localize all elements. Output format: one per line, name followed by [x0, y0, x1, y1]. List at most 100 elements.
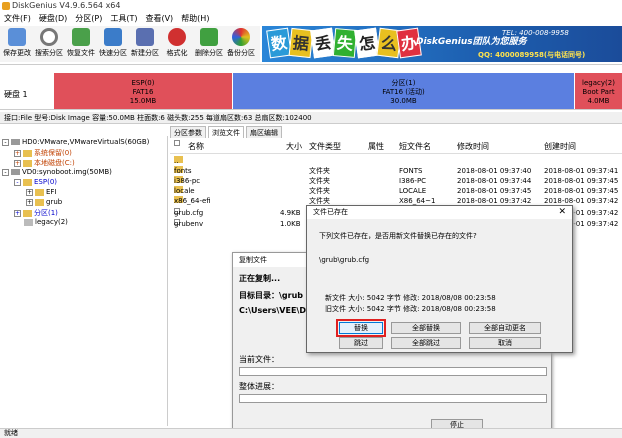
file-exists-dialog: 文件已存在 ✕ 下列文件已存在，是否用新文件替换已存在的文件? \grub\gr… [306, 205, 573, 353]
col-size[interactable]: 大小 [286, 140, 302, 154]
tree-item[interactable]: - HD0:VMware,VMwareVirtualS(60GB) [2, 138, 149, 146]
col-modified[interactable]: 修改时间 [457, 140, 489, 154]
old-file-info: 旧文件 大小: 5042 字节 修改: 2018/08/08 00:23:58 [325, 305, 496, 313]
quick-partition-icon [104, 28, 122, 46]
partition-esp[interactable]: ESP(0) FAT16 15.0MB [54, 67, 232, 109]
tree-item[interactable]: - VD0:synoboot.img(50MB) [2, 168, 112, 176]
partition-icon [24, 218, 33, 226]
tab-partition-params[interactable]: 分区参数 [170, 126, 206, 138]
tree-item[interactable]: + 本地磁盘(C:) [14, 158, 75, 168]
current-file-label: 当前文件： [239, 355, 279, 364]
partition-1[interactable]: 分区(1) FAT16 (活动) 30.0MB [233, 67, 574, 109]
expand-icon[interactable]: + [14, 209, 21, 217]
menu-partition[interactable]: 分区(P) [71, 12, 106, 26]
tab-sector-edit[interactable]: 扇区编辑 [246, 126, 282, 138]
backup-icon [232, 28, 250, 46]
partition-name: legacy(2) [582, 79, 615, 87]
exists-dialog-title: 文件已存在 [307, 206, 572, 219]
tab-browse-files[interactable]: 浏览文件 [208, 126, 244, 138]
menu-bar: 文件(F) 硬盘(D) 分区(P) 工具(T) 查看(V) 帮助(H) [0, 12, 622, 26]
partition-fs: Boot Part [582, 88, 615, 96]
disk-icon [11, 139, 20, 145]
menu-view[interactable]: 查看(V) [141, 12, 177, 26]
app-icon [2, 2, 10, 10]
tree-item[interactable]: - ESP(0) [14, 178, 57, 186]
tab-bar: 分区参数 浏览文件 扇区编辑 [170, 126, 622, 138]
partition-legacy[interactable]: legacy(2) Boot Part 4.0MB [575, 67, 622, 109]
disk-tree: - HD0:VMware,VMwareVirtualS(60GB) + 系统保留(0… [0, 136, 168, 426]
new-file-info: 新文件 大小: 5042 字节 修改: 2018/08/08 00:23:58 [325, 294, 496, 302]
title-bar: DiskGenius V4.9.6.564 x64 [0, 0, 622, 12]
tree-item[interactable]: legacy(2) [24, 218, 68, 226]
tree-item[interactable]: + 分区(1) [14, 208, 58, 218]
expand-icon[interactable]: + [14, 149, 21, 157]
partition-icon [23, 159, 32, 167]
cancel-button[interactable]: 取消 [469, 337, 541, 349]
col-attr[interactable]: 属性 [368, 140, 384, 154]
menu-disk[interactable]: 硬盘(D) [35, 12, 71, 26]
copying-status: 正在复制... [239, 274, 281, 283]
new-partition-button[interactable]: 新建分区 [130, 28, 160, 62]
auto-rename-all-button[interactable]: 全部自动更名 [469, 322, 541, 334]
delete-partition-icon [200, 28, 218, 46]
search-icon [40, 28, 58, 46]
disk-label: 硬盘 1 [4, 90, 28, 99]
expand-icon[interactable]: + [14, 159, 21, 167]
partition-icon [23, 209, 32, 217]
folder-icon [35, 198, 44, 206]
folder-icon [35, 188, 44, 196]
save-icon [8, 28, 26, 46]
table-row[interactable]: i386-pc 文件夹 I386-PC 2018-08-01 09:37:44 2018… [170, 176, 622, 186]
expand-icon[interactable]: + [26, 198, 33, 206]
tree-item[interactable]: + 系统保留(0) [14, 148, 72, 158]
partition-size: 15.0MB [129, 97, 157, 105]
col-shortname[interactable]: 短文件名 [399, 140, 431, 154]
col-created[interactable]: 创建时间 [544, 140, 576, 154]
skip-button[interactable]: 跳过 [339, 337, 383, 349]
table-row[interactable]: locale 文件夹 LOCALE 2018-08-01 09:37:45 2018-0… [170, 186, 622, 196]
partition-icon [23, 178, 32, 186]
col-type[interactable]: 文件类型 [309, 140, 341, 154]
tree-item[interactable]: + grub [26, 198, 62, 206]
recover-files-button[interactable]: 恢复文件 [66, 28, 96, 62]
collapse-icon[interactable]: - [2, 138, 9, 146]
save-button[interactable]: 保存更改 [2, 28, 32, 62]
collapse-icon[interactable]: - [14, 178, 21, 186]
replace-button[interactable]: 替换 [336, 319, 386, 337]
skip-all-button[interactable]: 全部跳过 [391, 337, 461, 349]
window-title: DiskGenius V4.9.6.564 x64 [12, 1, 121, 10]
disk-icon [11, 169, 20, 175]
partition-size: 4.0MB [587, 97, 610, 105]
replace-all-button[interactable]: 全部替换 [391, 322, 461, 334]
disk-info-bar: 接口:File 型号:Disk Image 容量:50.0MB 柱面数:6 磁头… [0, 112, 622, 124]
table-row[interactable]: fonts 文件夹 FONTS 2018-08-01 09:37:40 2018-08-… [170, 166, 622, 176]
recover-icon [72, 28, 90, 46]
banner-qq: QQ: 4000089958(与电话同号) [478, 51, 586, 59]
expand-icon[interactable]: + [26, 188, 33, 196]
table-row[interactable]: .. [170, 156, 622, 166]
menu-tools[interactable]: 工具(T) [106, 12, 141, 26]
exists-message: 下列文件已存在，是否用新文件替换已存在的文件? [319, 232, 477, 240]
toolbar: 保存更改 搜索分区 恢复文件 快速分区 新建分区 格式化 删除分区 备份分区 [0, 26, 260, 62]
quick-partition-button[interactable]: 快速分区 [98, 28, 128, 62]
target-path: C:\Users\VEE\Des [239, 306, 317, 315]
col-name[interactable]: 名称 [188, 140, 204, 154]
status-bar: 就绪 [0, 428, 622, 438]
menu-file[interactable]: 文件(F) [0, 12, 35, 26]
partition-name: ESP(0) [131, 79, 155, 87]
backup-partition-button[interactable]: 备份分区 [226, 28, 256, 62]
close-icon[interactable]: ✕ [558, 206, 566, 219]
partition-size: 30.0MB [390, 97, 417, 105]
collapse-icon[interactable]: - [2, 168, 9, 176]
search-partition-button[interactable]: 搜索分区 [34, 28, 64, 62]
menu-help[interactable]: 帮助(H) [177, 12, 213, 26]
tree-item[interactable]: + EFI [26, 188, 57, 196]
partition-name: 分区(1) [391, 79, 416, 87]
delete-partition-button[interactable]: 删除分区 [194, 28, 224, 62]
ad-banner[interactable]: 数 据 丢 失 怎 么 办 DiskGenius团队为您服务 TEL: 400-… [262, 26, 622, 62]
partition-icon [23, 149, 32, 157]
format-button[interactable]: 格式化 [162, 28, 192, 62]
progress-bar [239, 394, 547, 403]
partition-fs: FAT16 [132, 88, 154, 96]
new-partition-icon [136, 28, 154, 46]
